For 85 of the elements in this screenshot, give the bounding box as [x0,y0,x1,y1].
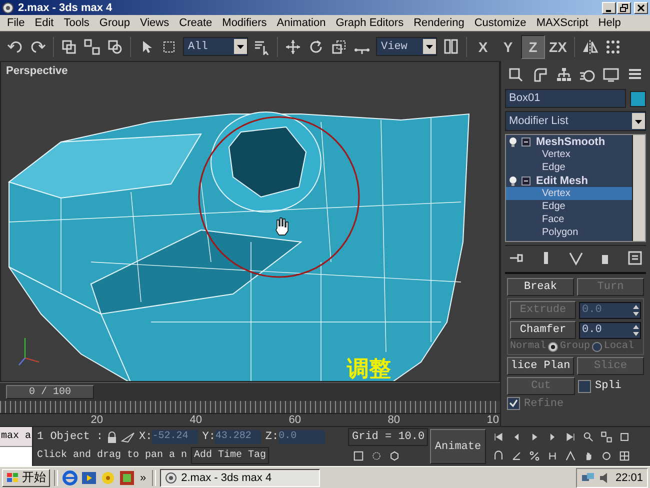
sub-object-item[interactable]: Vertex [506,148,632,161]
transform-mode-icon[interactable] [121,430,136,442]
collapse-icon[interactable] [520,174,532,186]
menu-item[interactable]: File [2,17,30,29]
menu-item[interactable]: Edit [30,17,59,29]
app-icon [2,2,14,14]
object-color-swatch[interactable] [630,90,646,106]
collapse-icon[interactable] [520,136,532,148]
axis-label: Y: [202,430,216,442]
checkbox-label: Spli [595,380,622,392]
menu-item[interactable]: Graph Editors [330,17,409,29]
animate-button[interactable]: Animate [430,429,486,464]
more-quick-launch-glyph[interactable]: » [138,472,148,484]
radio-label: Local [604,341,634,352]
grid-spacing-field: Grid = 10.0 [348,428,428,446]
axis-label: X: [139,430,152,442]
spinner-arrows-icon[interactable] [632,324,640,336]
sub-object-item[interactable]: Edge [506,161,632,174]
menu-item[interactable]: Rendering [408,17,470,29]
menu-item[interactable]: Tools [58,17,94,29]
axis-constraint-button[interactable]: Y [496,34,520,58]
app-icon [165,472,178,484]
selection-count: 1 Object : [37,430,104,442]
menu-item[interactable]: Group [94,17,135,29]
browser-icon[interactable] [62,470,78,486]
close-button[interactable] [634,2,648,14]
maxscript-input-field[interactable] [0,446,32,466]
minimize-button[interactable] [602,2,616,14]
modifier-stack-item[interactable]: MeshSmooth [536,136,606,148]
modifier-list-dropdown[interactable]: Modifier List [505,111,646,131]
menu-item[interactable]: Animation [272,17,331,29]
sub-object-item[interactable]: Edge [506,200,632,213]
edit-button[interactable]: Break [507,278,574,296]
frame-tick-label: 20 [90,414,103,426]
frame-tick-label: 40 [188,414,202,426]
add-time-tag-button[interactable]: Add Time Tag [191,447,270,464]
scrollbar[interactable] [632,135,645,241]
restore-button[interactable] [617,2,631,14]
sub-object-item[interactable]: Face [506,213,632,226]
hand-cursor-icon [276,218,288,236]
selection-filter-dropdown[interactable]: All [183,37,248,56]
axis-constraint-button[interactable]: ZX [546,34,570,58]
axis-constraint-button[interactable]: X [471,34,495,58]
windows-flag-icon [6,472,20,484]
application-icon[interactable] [119,470,135,486]
edit-button[interactable]: lice Plan [507,357,574,375]
start-button[interactable]: 开始 [2,468,50,486]
menu-item[interactable]: Create [174,17,218,29]
menu-item[interactable]: Views [134,17,174,29]
modifier-stack-item[interactable]: Edit Mesh [536,174,588,186]
time-slider-thumb[interactable]: 0 / 100 [6,385,94,399]
axis-tripod-icon [18,338,40,366]
axis-constraint-button[interactable]: Z [521,34,545,58]
reference-coordinate-dropdown[interactable]: View [376,37,437,56]
track-bar[interactable] [0,401,500,414]
sub-object-item[interactable]: Vertex [506,187,632,200]
menu-item[interactable]: Modifiers [217,17,272,29]
clock: 22:01 [615,472,643,484]
window-title: 2.max - 3ds max 4 [18,2,114,14]
spinner-field[interactable]: 0.0 [579,322,641,338]
caption-text: 调整 [347,356,391,381]
maxscript-listener-field[interactable]: max a [0,427,32,446]
viewport-label[interactable]: Perspective [6,65,68,77]
sub-object-item[interactable]: Polygon [506,226,632,239]
checkbox-label: Refine [524,398,564,410]
checkbox[interactable] [578,380,591,392]
menu-item[interactable]: Help [593,17,626,29]
flower-icon[interactable] [100,470,116,486]
menu-item[interactable]: MAXScript [531,17,594,29]
radio-label: Group [560,341,590,352]
taskbar-window-button[interactable]: 2.max - 3ds max 4 [160,468,320,486]
frame-tick-label: 10 [486,414,499,426]
brush-circle[interactable] [198,116,360,278]
lock-icon[interactable] [107,430,118,442]
frame-tick-label: 60 [288,414,301,426]
menu-item[interactable]: Customize [469,17,532,29]
edit-button[interactable]: Chamfer [510,321,576,339]
object-name-field[interactable]: Box01 [505,89,626,108]
frame-tick-label: 80 [386,414,400,426]
media-player-icon[interactable] [81,470,97,486]
axis-label: Z: [265,430,279,442]
perspective-viewport[interactable]: Perspective 调整 [0,61,500,382]
check-icon [509,399,518,408]
prompt-text: Click and drag to pan a n [37,450,188,461]
normal-label: Normal [510,341,546,352]
